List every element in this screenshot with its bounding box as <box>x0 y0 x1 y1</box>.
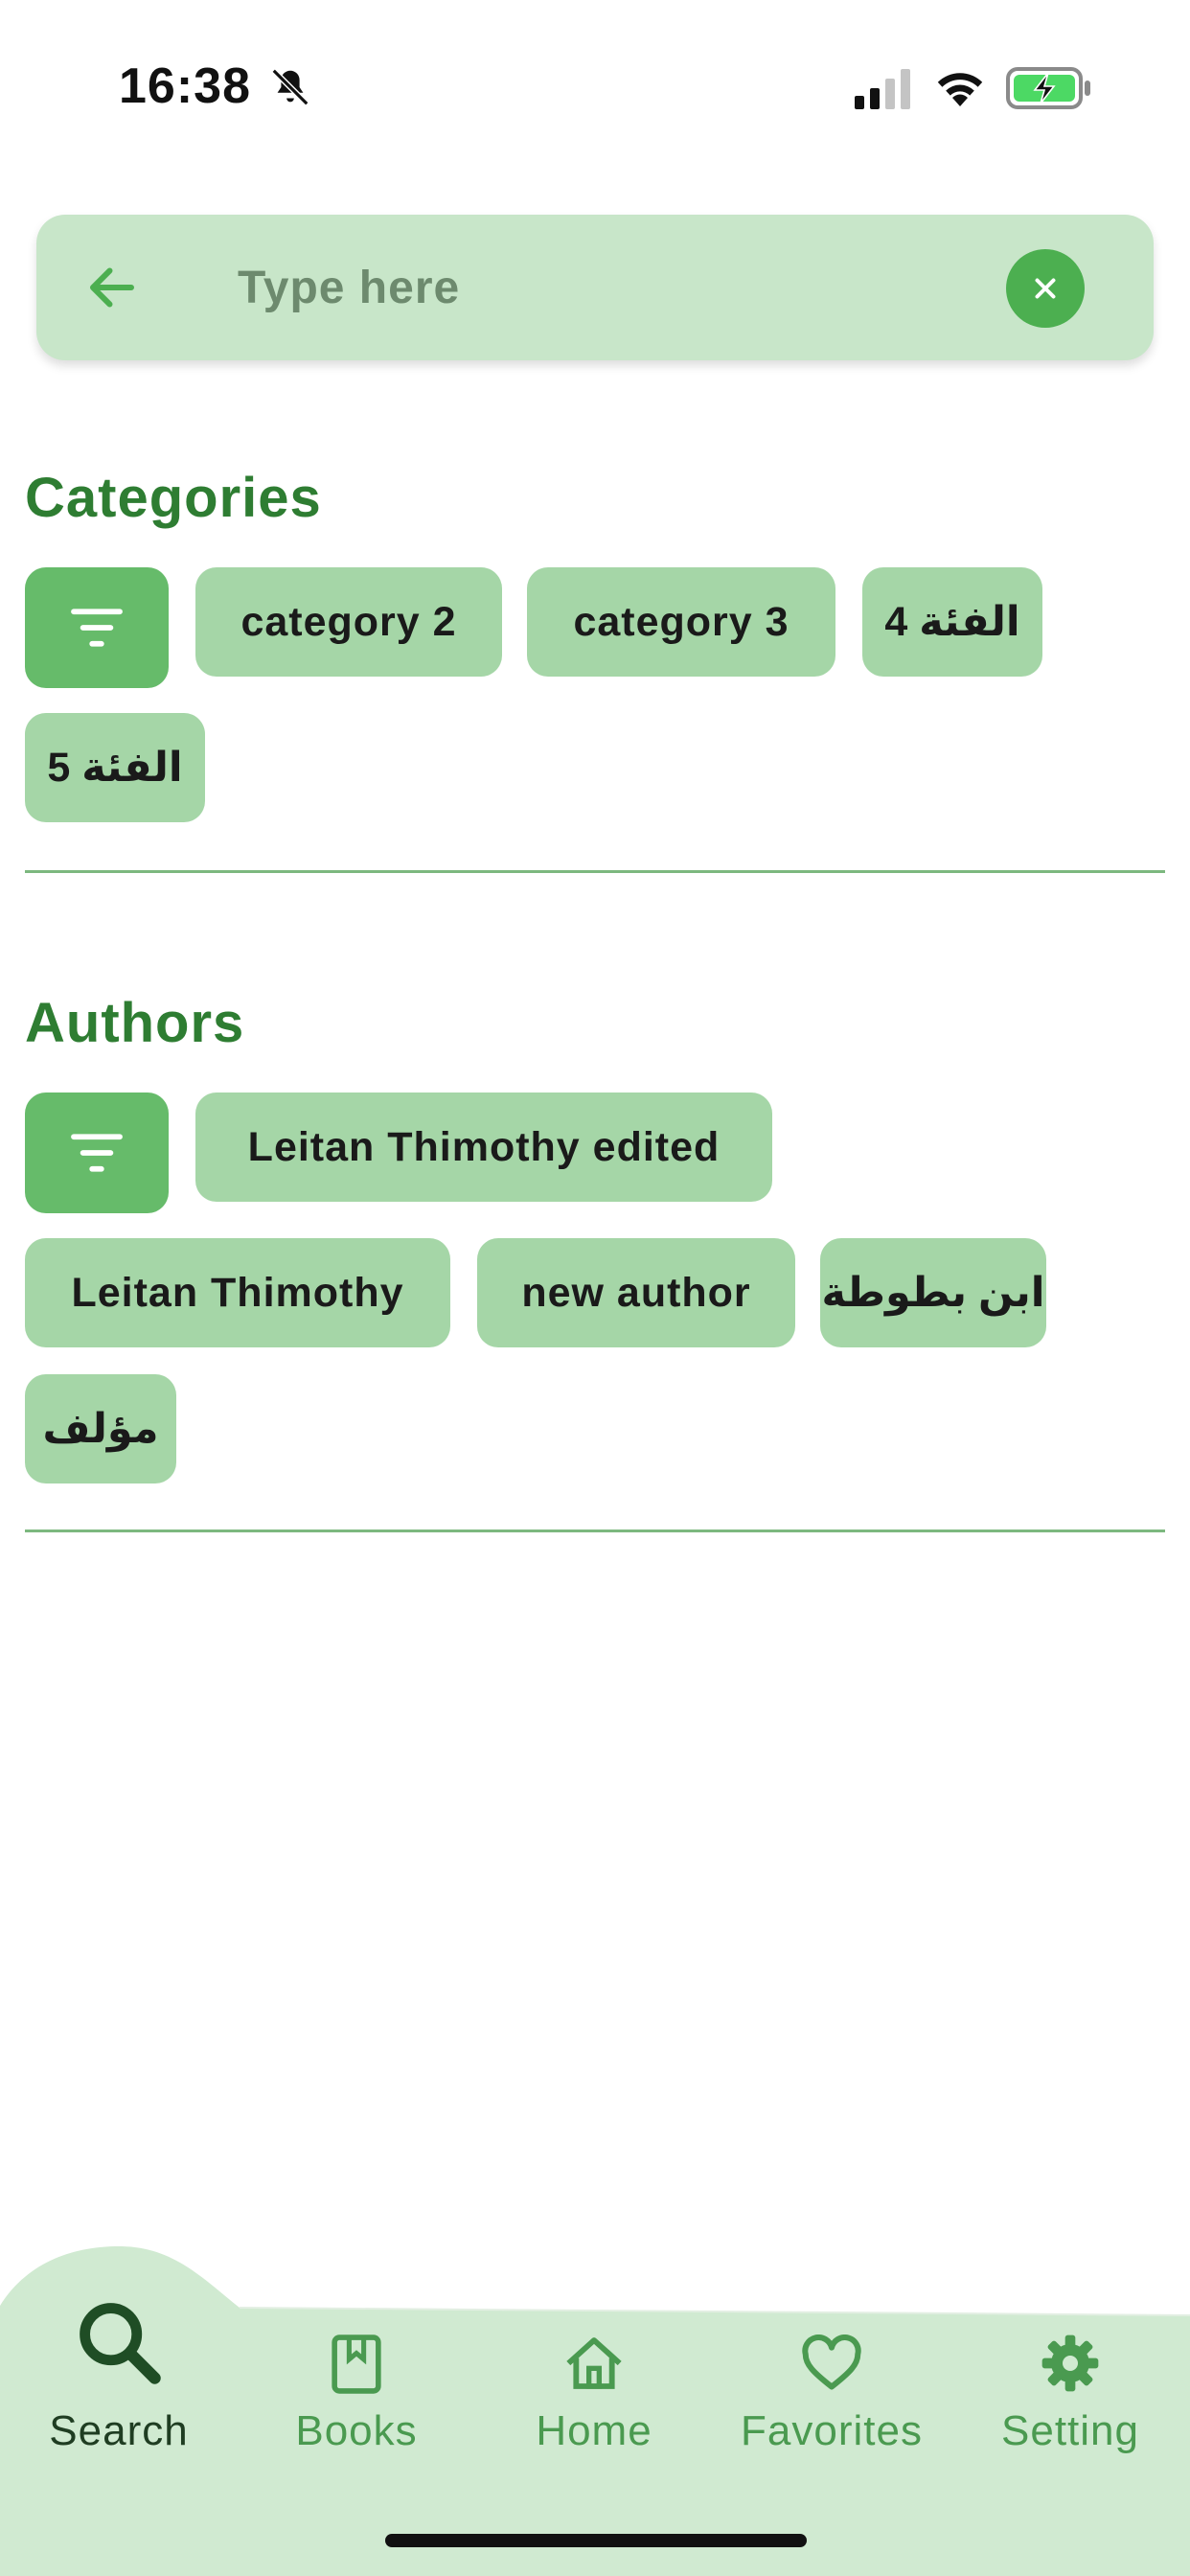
authors-divider <box>25 1530 1165 1532</box>
clear-search-button[interactable] <box>1006 249 1085 328</box>
nav-item-books[interactable]: Books <box>238 2239 475 2488</box>
search-icon <box>80 2303 161 2384</box>
heart-icon <box>802 2334 861 2390</box>
author-chip[interactable]: new author <box>477 1238 795 1347</box>
category-chip[interactable]: الفئة 5 <box>25 713 205 822</box>
author-chip[interactable]: Leitan Thimothy <box>25 1238 450 1347</box>
categories-title: Categories <box>25 467 322 529</box>
wifi-icon <box>937 73 983 106</box>
nav-item-setting[interactable]: Setting <box>950 2239 1190 2488</box>
categories-divider <box>25 870 1165 873</box>
home-indicator <box>385 2534 807 2547</box>
gear-icon <box>1041 2334 1099 2392</box>
nav-item-favorites[interactable]: Favorites <box>713 2239 950 2488</box>
search-input[interactable] <box>238 249 985 326</box>
filter-icon <box>71 1134 123 1172</box>
filter-icon <box>71 609 123 647</box>
book-icon <box>332 2334 381 2394</box>
category-chip[interactable]: category 3 <box>527 567 835 677</box>
nav-label-search: Search <box>49 2407 189 2454</box>
nav-label-favorites: Favorites <box>741 2407 923 2454</box>
nav-label-books: Books <box>295 2407 418 2454</box>
nav-label-setting: Setting <box>1001 2407 1139 2454</box>
author-chip[interactable]: مؤلف <box>25 1374 176 1484</box>
bell-slash-icon <box>271 68 309 106</box>
authors-filter-button[interactable] <box>25 1092 169 1213</box>
battery-charging-icon <box>1006 67 1090 109</box>
close-icon <box>1035 278 1056 299</box>
author-chip[interactable]: Leitan Thimothy edited <box>195 1092 772 1202</box>
home-icon <box>566 2337 622 2389</box>
screen: 16:38 Type here Categories category 2 ca… <box>0 0 1190 2576</box>
category-chip[interactable]: الفئة 4 <box>862 567 1042 677</box>
status-time: 16:38 <box>119 58 251 114</box>
search-bar <box>36 215 1154 360</box>
back-arrow-icon[interactable] <box>82 259 142 316</box>
nav-label-home: Home <box>536 2407 652 2454</box>
categories-filter-button[interactable] <box>25 567 169 688</box>
status-bar: 16:38 <box>0 0 1190 144</box>
author-chip[interactable]: ابن بطوطة <box>820 1238 1046 1347</box>
category-chip[interactable]: category 2 <box>195 567 502 677</box>
cellular-signal-icon <box>855 69 910 109</box>
bottom-navigation: Search Books Home Favorites Setting <box>0 2239 1190 2576</box>
nav-item-search[interactable]: Search <box>0 2239 238 2488</box>
nav-item-home[interactable]: Home <box>475 2239 713 2488</box>
authors-title: Authors <box>25 992 245 1054</box>
